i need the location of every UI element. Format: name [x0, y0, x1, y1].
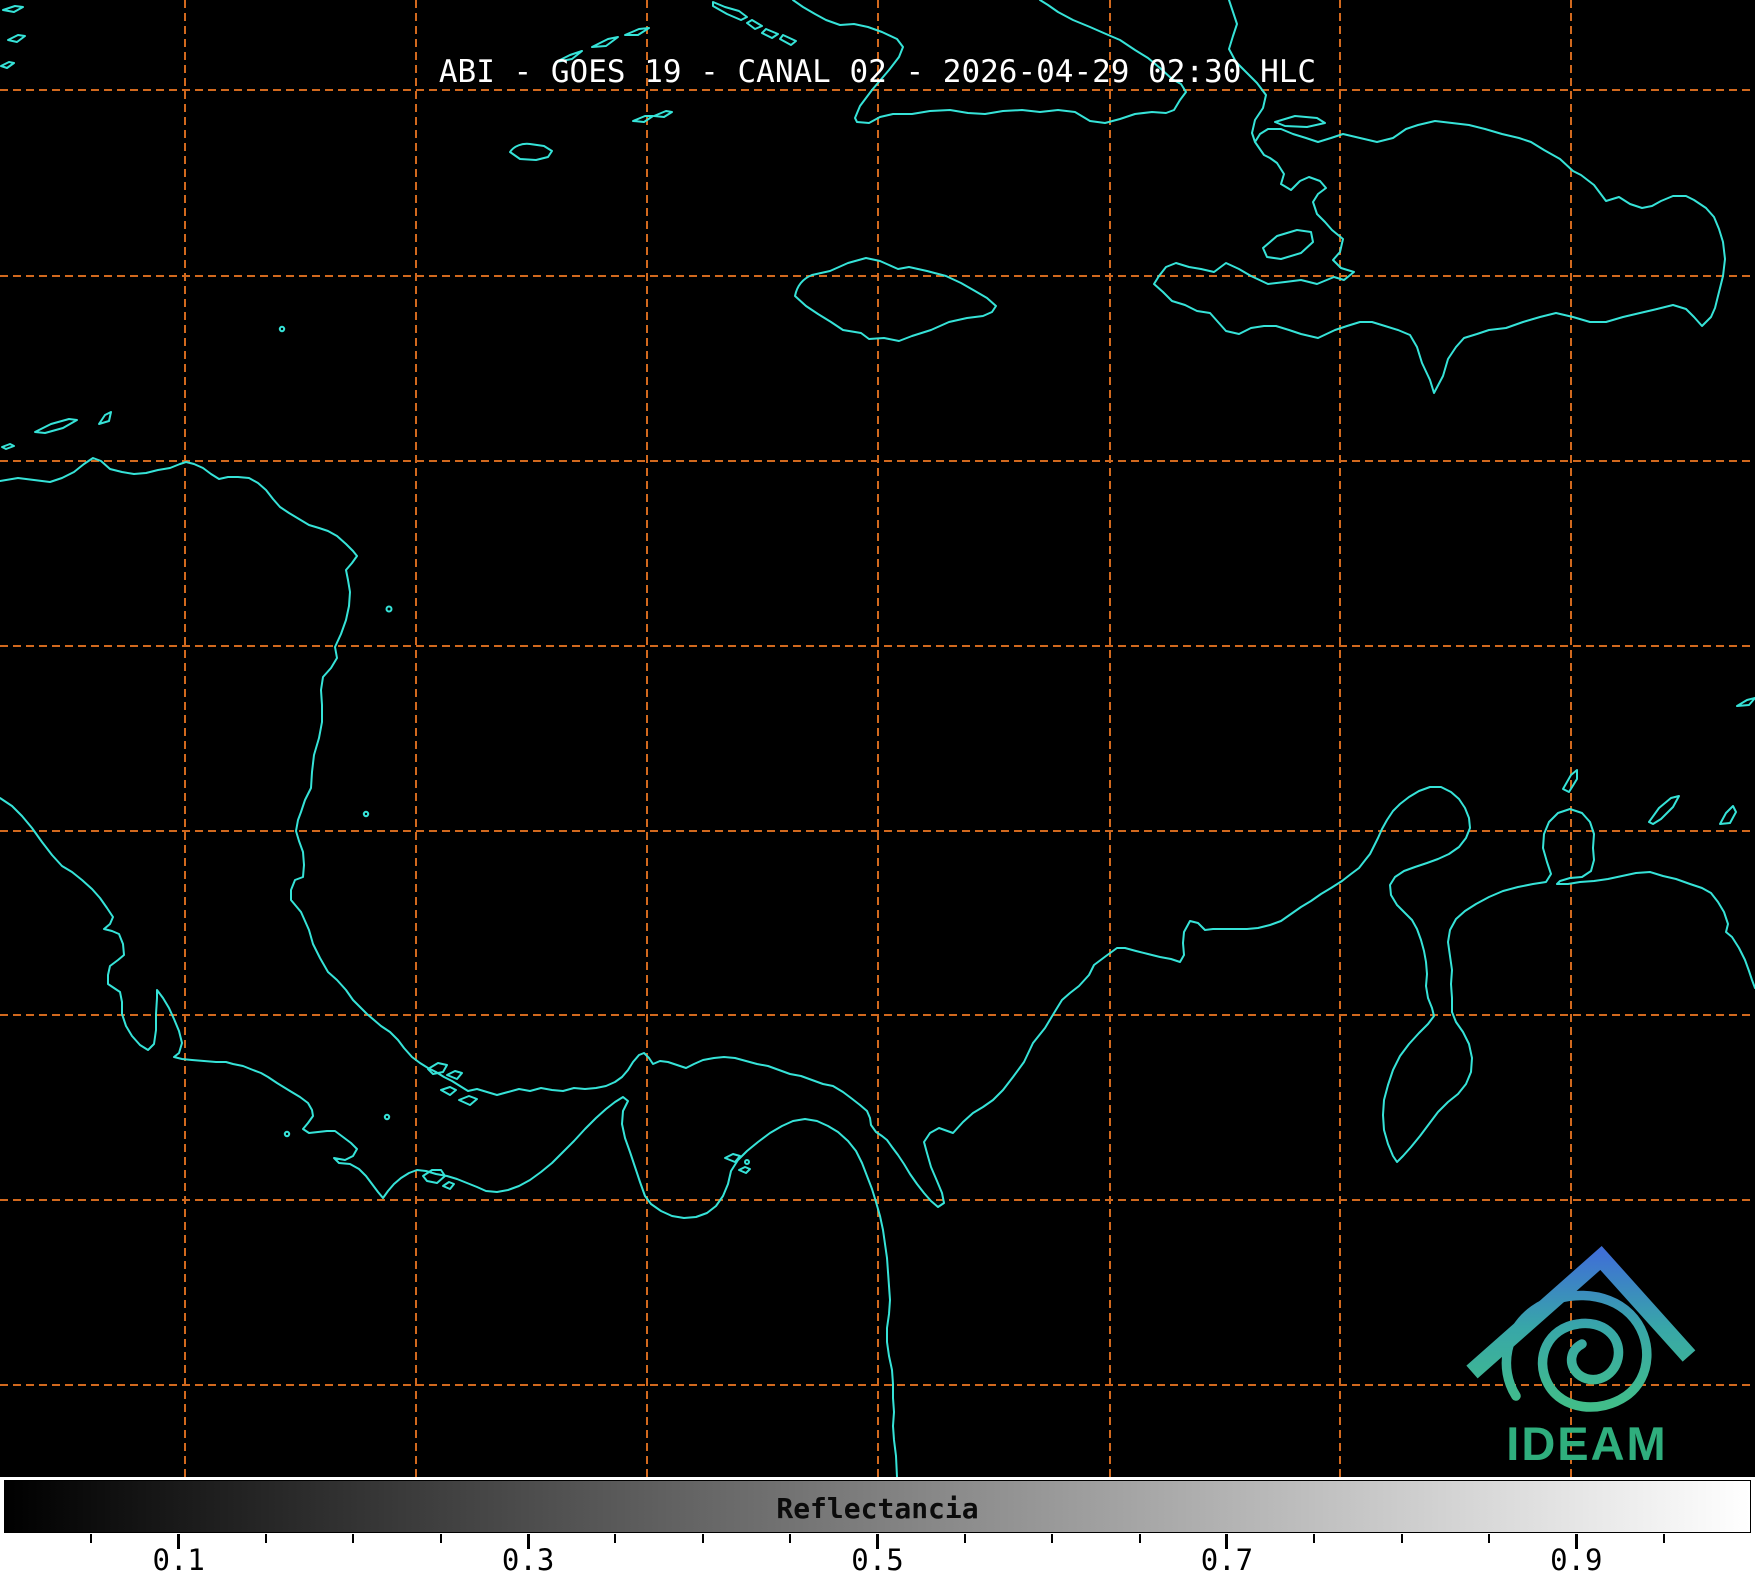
- colorbar-tick-label: 0.5: [851, 1543, 904, 1577]
- colorbar-tick-minor: [1487, 1534, 1490, 1543]
- colorbar-tick-minor: [701, 1534, 704, 1543]
- coastline-gonave-island: [1262, 229, 1314, 260]
- colorbar-tick-minor: [1051, 1534, 1054, 1543]
- colorbar-tick-minor: [1138, 1534, 1141, 1543]
- lat-lon-graticule: [0, 0, 1755, 1477]
- colorbar-tick-minor: [963, 1534, 966, 1543]
- satellite-image-viewer: ABI - GOES 19 - CANAL 02 - 2026-04-29 02…: [0, 0, 1755, 1577]
- colorbar-tick-minor: [352, 1534, 355, 1543]
- coastline-roatan: [34, 418, 78, 434]
- colorbar-tick-minor: [1662, 1534, 1665, 1543]
- colorbar-gradient: Reflectancia: [4, 1480, 1751, 1533]
- colorbar-tick-minor: [265, 1534, 268, 1543]
- colorbar-tick-minor: [90, 1534, 93, 1543]
- coastline-tortue-island: [1274, 115, 1326, 128]
- colorbar-tick-minor: [1400, 1534, 1403, 1543]
- ideam-logo-text: IDEAM: [1506, 1417, 1668, 1470]
- coastline-curacao: [1648, 795, 1680, 825]
- colorbar-tick-label: 0.3: [501, 1543, 555, 1577]
- colorbar: Reflectancia 0.1 0.3 0.5 0.7 0.9: [0, 1477, 1755, 1577]
- colorbar-tick-label: 0.7: [1200, 1543, 1254, 1577]
- colorbar-tick-minor: [789, 1534, 792, 1543]
- colorbar-label: Reflectancia: [776, 1492, 979, 1525]
- colorbar-tick-label: 0.1: [152, 1543, 205, 1577]
- coastline-guanaja: [98, 411, 112, 425]
- colorbar-tick-minor: [439, 1534, 442, 1543]
- colorbar-tick-minor: [614, 1534, 617, 1543]
- coastline-pacific-mainland: [0, 797, 898, 1477]
- colorbar-tick-label: 0.9: [1550, 1543, 1603, 1577]
- coastline-cuba-cays: [555, 1, 797, 63]
- coastline-utila: [1, 443, 15, 450]
- image-title: ABI - GOES 19 - CANAL 02 - 2026-04-29 02…: [438, 54, 1317, 90]
- coastline-jamaica: [794, 257, 997, 342]
- ideam-spiral-icon: [1501, 1290, 1652, 1412]
- colorbar-tick-minor: [1313, 1534, 1316, 1543]
- coastline-bonaire: [1719, 805, 1737, 825]
- satellite-map: [0, 0, 1755, 1477]
